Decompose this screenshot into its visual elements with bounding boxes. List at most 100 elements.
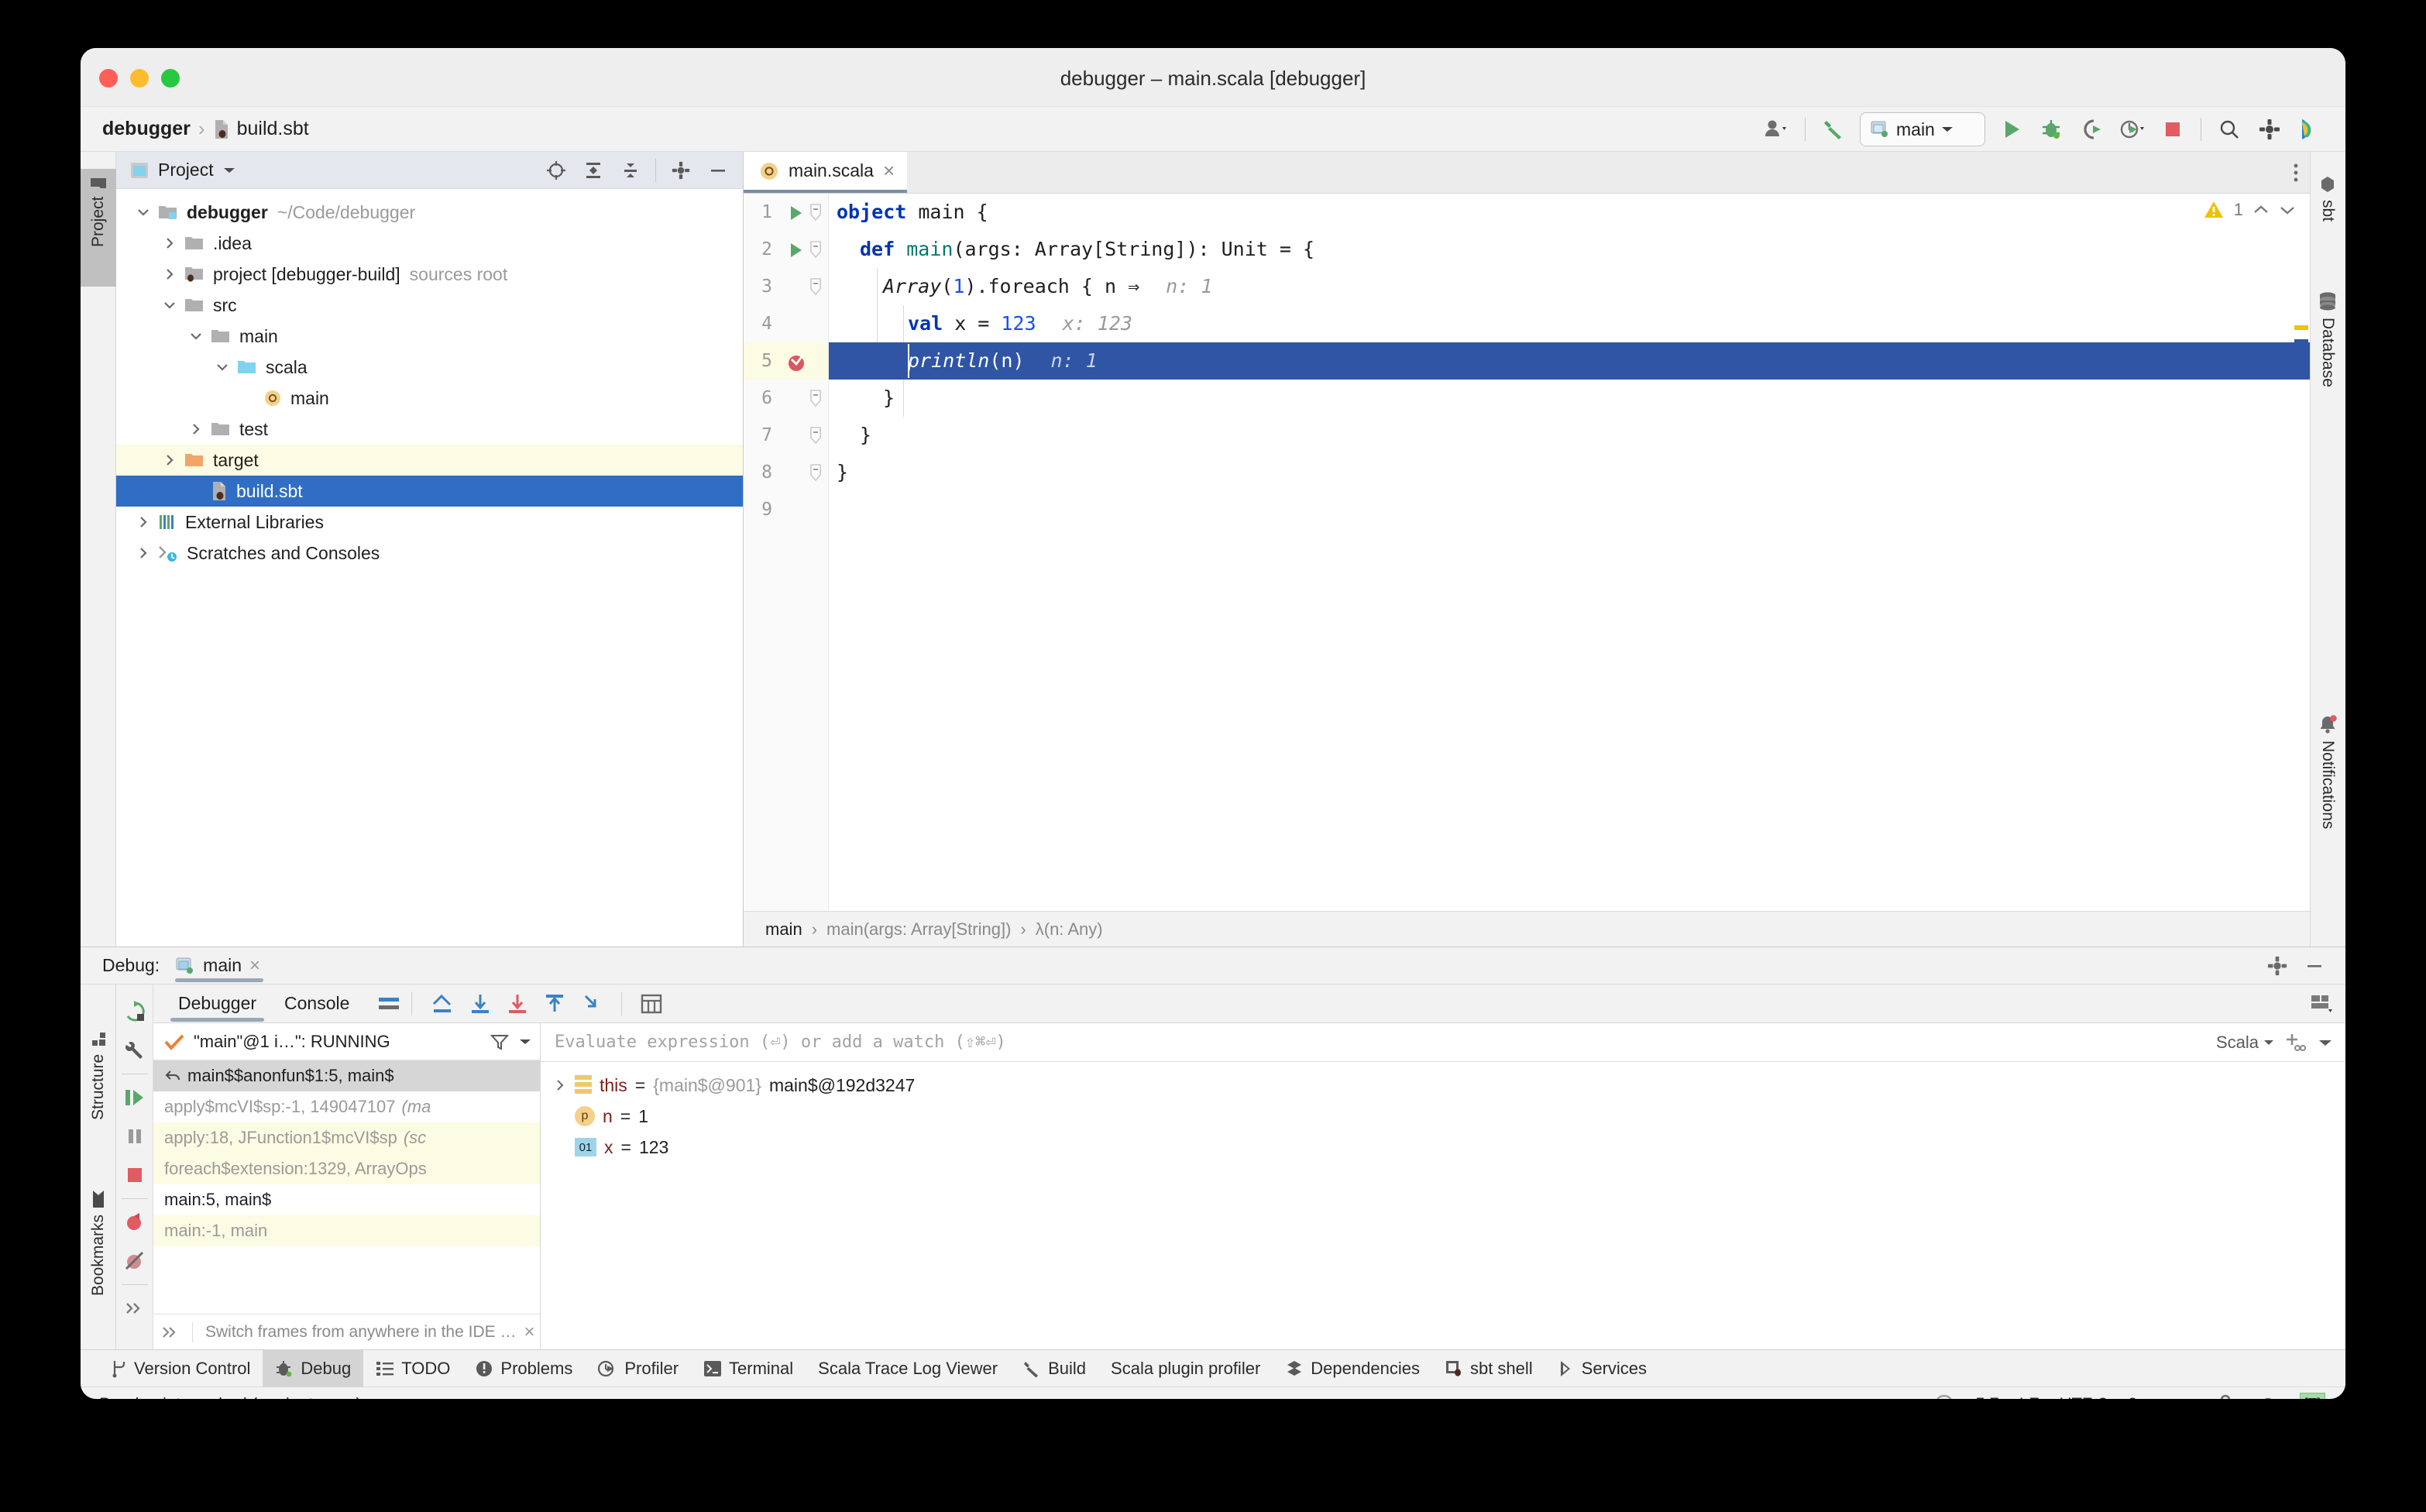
chevron-right-icon[interactable] [132,514,155,530]
tool-window-profiler[interactable]: Profiler [585,1350,691,1387]
cloud-gear-icon[interactable] [2255,1394,2280,1399]
chevron-right-icon[interactable] [158,452,181,468]
account-icon[interactable] [1757,111,1797,148]
tool-window-todo[interactable]: TODO [363,1350,462,1387]
language-selector[interactable]: Scala [2216,1033,2274,1053]
gear-icon[interactable] [2249,111,2290,148]
tool-window-debug[interactable]: Debug [263,1349,364,1387]
chevron-down-icon[interactable] [2318,1038,2333,1047]
thread-selector[interactable]: "main"@1 i…": RUNNING [153,1023,540,1060]
sidebar-item-database[interactable]: Database [2310,284,2345,454]
gutter-line[interactable]: 2 [744,231,828,268]
editor-breadcrumbs[interactable]: main › main(args: Array[String]) › λ(n: Any) [744,911,2310,947]
gutter-line[interactable]: 8 [744,454,828,491]
run-with-coverage-icon[interactable] [2072,111,2112,148]
close-icon[interactable]: × [524,1321,534,1343]
chevron-right-icon[interactable] [553,1078,567,1092]
chevron-down-icon[interactable] [211,359,234,375]
gutter-line[interactable]: 1 [744,194,828,231]
tool-window-scala-plugin-profiler[interactable]: Scala plugin profiler [1098,1350,1273,1387]
tab-debugger[interactable]: Debugger [164,985,270,1023]
hide-icon[interactable] [701,155,735,186]
breadcrumb-segment[interactable]: main [765,919,802,940]
unlock-icon[interactable] [2216,1393,2235,1399]
chevron-right-icon[interactable] [184,421,208,437]
build-hammer-icon[interactable] [1813,111,1854,148]
rerun-icon[interactable] [117,992,153,1031]
step-over-icon[interactable] [469,993,491,1015]
sidebar-item-structure[interactable]: Structure [81,1023,116,1170]
expand-actions-icon[interactable] [117,1289,153,1328]
tree-item[interactable]: project [debugger-build] sources root [116,259,743,290]
frame-item[interactable]: apply$mcVI$sp:-1, 149047107 (ma [153,1091,540,1122]
tree-item[interactable]: build.sbt [116,476,743,507]
resume-icon[interactable] [117,1078,153,1117]
variables-list[interactable]: this = {main$@901} main$@192d3247 p n = 1 01 x = 12… [541,1062,2345,1349]
tool-window-problems[interactable]: Problems [462,1350,585,1387]
tool-window-dependencies[interactable]: Dependencies [1273,1350,1432,1387]
tree-item[interactable]: test [116,414,743,445]
debug-layout-settings[interactable] [2310,993,2345,1015]
filter-icon[interactable] [490,1033,509,1050]
tool-window-build[interactable]: Build [1010,1350,1098,1387]
editor-gutter[interactable]: 1 2 3 4 5 6 7 8 9 [744,194,829,911]
chevron-right-icon[interactable] [132,545,155,561]
step-out-icon[interactable] [544,993,565,1015]
view-breakpoints-icon[interactable] [117,1242,153,1280]
expand-hint-icon[interactable] [161,1325,180,1339]
chevron-down-icon[interactable] [223,167,235,174]
breadcrumb-segment[interactable]: λ(n: Any) [1036,919,1103,940]
tool-window-bar[interactable]: Version Control Debug TODO Problems Profiler… [81,1349,2345,1387]
tool-window-version-control[interactable]: Version Control [98,1350,263,1387]
breadcrumb-segment[interactable]: main(args: Array[String]) [826,919,1011,940]
add-watch-icon[interactable] [2285,1033,2307,1053]
tree-item[interactable]: Scratches and Consoles [116,538,743,569]
file-encoding[interactable]: UTF-8 [2060,1394,2108,1400]
gutter-line[interactable]: 3 [744,268,828,305]
fold-icon[interactable] [808,426,823,445]
tree-item[interactable]: debugger ~/Code/debugger [116,197,743,228]
tab-console[interactable]: Console [270,985,363,1023]
pause-icon[interactable] [117,1117,153,1156]
line-separator[interactable]: LF [2019,1394,2039,1400]
tool-window-terminal[interactable]: Terminal [691,1350,806,1387]
fold-icon[interactable] [808,463,823,482]
tree-item[interactable]: main [116,321,743,352]
step-into-icon[interactable] [507,993,528,1015]
tree-item[interactable]: .idea [116,228,743,259]
hide-icon[interactable] [2297,950,2332,981]
gutter-line[interactable]: 5 [744,342,828,380]
mute-breakpoints-icon[interactable] [117,1203,153,1242]
sidebar-item-project[interactable]: Project [81,169,116,287]
breakpoint-icon[interactable] [785,350,809,373]
close-icon[interactable]: × [883,159,895,183]
more-options-icon[interactable] [2293,162,2299,184]
caret-position[interactable]: 5:7 [1975,1394,1999,1400]
gear-icon[interactable] [664,155,698,186]
gear-icon[interactable] [2260,950,2294,981]
editor-marker-bar[interactable] [2293,194,2310,911]
run-gutter-icon[interactable] [789,204,804,222]
debug-session-tab[interactable]: main × [170,947,268,985]
tree-item[interactable]: External Libraries [116,507,743,538]
variable-row[interactable]: this = {main$@901} main$@192d3247 [541,1070,2345,1101]
sidebar-item-notifications[interactable]: Notifications [2310,706,2345,916]
variable-row[interactable]: p n = 1 [541,1101,2345,1132]
tree-item[interactable]: src [116,290,743,321]
frame-item[interactable]: main:-1, main [153,1215,540,1246]
previous-problem-icon[interactable] [2252,204,2270,215]
code-editor[interactable]: 123456789 object main { def main(args: A… [744,194,2310,911]
chevron-down-icon[interactable] [132,204,155,220]
breadcrumb-project[interactable]: debugger [102,118,191,140]
locate-icon[interactable] [539,155,573,186]
run-gutter-icon[interactable] [789,242,804,259]
run-icon[interactable] [1991,111,2032,148]
expand-all-icon[interactable] [576,155,610,186]
frame-item[interactable]: main$$anonfun$1:5, main$ [153,1060,540,1091]
frames-list[interactable]: main$$anonfun$1:5, main$ apply$mcVI$sp:-1… [153,1060,540,1314]
variable-row[interactable]: 01 x = 123 [541,1132,2345,1163]
tab-main-scala[interactable]: main.scala × [744,152,908,193]
tree-item[interactable]: main [116,383,743,414]
frame-item[interactable]: main:5, main$ [153,1184,540,1215]
fold-icon[interactable] [808,240,823,259]
